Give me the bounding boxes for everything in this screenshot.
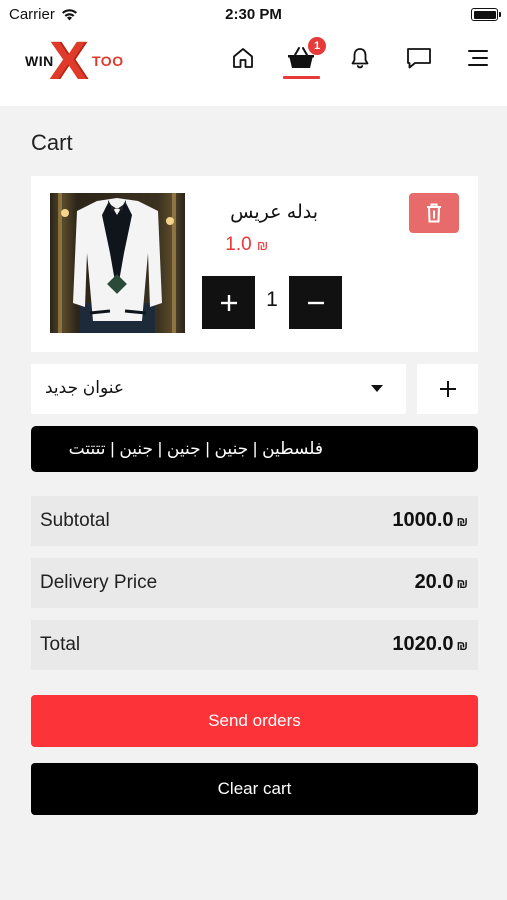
cart-count-badge: 1 [308,37,326,55]
nav-messages-button[interactable] [401,42,437,74]
delivery-currency: ₪ [456,576,469,591]
clear-cart-button[interactable]: Clear cart [31,763,478,815]
delivery-row: Delivery Price 20.0 ₪ [31,558,478,608]
quantity-value: 1 [266,288,278,311]
price-value: 1.0 [225,234,252,255]
bell-icon [351,48,369,69]
dropdown-arrow-icon [371,385,383,392]
total-currency: ₪ [456,638,469,653]
delivery-amount: 20.0 [414,571,454,593]
subtotal-currency: ₪ [456,514,469,529]
home-icon [233,48,253,68]
logo-x: X [49,31,87,91]
product-name: بدله عريس [230,202,318,223]
delivery-label: Delivery Price [40,572,158,593]
delete-item-button[interactable] [409,193,459,233]
total-value: 1020.0 ₪ [392,633,468,656]
page-title: Cart [31,130,73,155]
subtotal-amount: 1000.0 [392,509,454,531]
chat-icon [407,48,431,69]
clock: 2:30 PM [225,6,282,23]
active-tab-indicator [283,76,320,79]
subtotal-label: Subtotal [40,510,110,531]
app-logo[interactable]: X WIN TOO [24,31,128,91]
status-bar: Carrier 2:30 PM [0,0,507,28]
nav-home-button[interactable] [225,42,261,74]
address-dropdown[interactable]: عنوان جديد [31,364,406,414]
send-orders-button[interactable]: Send orders [31,695,478,747]
app-header: X WIN TOO 1 [0,28,507,106]
increase-quantity-button[interactable] [202,276,255,329]
subtotal-value: 1000.0 ₪ [392,509,468,532]
plus-icon [439,381,456,397]
delivery-value: 20.0 ₪ [415,571,468,594]
nav-menu-button[interactable] [460,42,496,74]
cart-item: بدله عريس 1.0 ₪ 1 [31,176,478,352]
trash-icon [427,203,441,223]
minus-icon [307,301,324,304]
total-amount: 1020.0 [392,633,454,655]
logo-too: TOO [92,53,124,69]
total-label: Total [40,634,81,655]
selected-address-display: فلسطين | جنين | جنين | جنين | تتتتت [31,426,478,472]
plus-icon [220,294,237,311]
nav-notifications-button[interactable] [342,42,378,74]
add-address-button[interactable] [417,364,478,414]
battery-icon [471,8,501,21]
total-row: Total 1020.0 ₪ [31,620,478,670]
product-price: 1.0 ₪ [225,234,268,256]
suit-illustration [58,193,176,333]
price-currency: ₪ [256,238,268,253]
subtotal-row: Subtotal 1000.0 ₪ [31,496,478,546]
address-selected-label: عنوان جديد [45,378,125,397]
menu-icon [468,50,488,66]
product-image[interactable] [50,193,185,333]
logo-win: WIN [25,53,54,69]
decrease-quantity-button[interactable] [289,276,342,329]
